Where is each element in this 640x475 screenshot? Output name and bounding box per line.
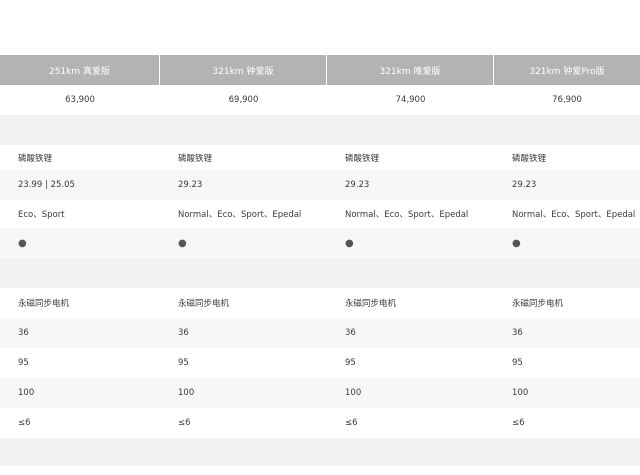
spec-cell: Normal、Eco、Sport、Epedal [345,210,469,220]
section-divider-bottom [0,438,640,466]
trim-header-label: 321km 钟爱版 [212,66,274,77]
price-cell: 63,900 [65,95,95,105]
spec-cell: 磷酸铁锂 [178,153,213,164]
price-cell: 76,900 [552,95,582,105]
spec-cell: Normal、Eco、Sport、Epedal [512,210,636,220]
trim-header-label: 321km 钟爱Pro版 [529,66,605,77]
spec-row-motor-torque: 95 95 95 95 [0,348,640,378]
spec-cell: 95 [18,358,29,368]
standard-dot-icon: ● [18,237,27,249]
spec-cell: 磷酸铁锂 [345,153,380,164]
spec-cell: Normal、Eco、Sport、Epedal [178,210,302,220]
standard-dot-icon: ● [512,237,521,249]
spec-cell: 永磁同步电机 [512,299,564,309]
standard-dot-icon: ● [345,237,354,249]
trim-header-label: 251km 真爱版 [48,66,111,77]
price-cell: 74,900 [395,95,426,105]
spec-cell: 磷酸铁锂 [18,153,53,164]
spec-cell: 23.99 | 25.05 [18,180,75,190]
price-row: 63,900 69,900 74,900 76,900 [0,85,640,115]
spec-row-charge-time: ≤6 ≤6 ≤6 ≤6 [0,408,640,438]
trim-header-251-zhenai[interactable]: 251km 真爱版 [0,55,160,85]
standard-dot-icon: ● [178,237,187,249]
spec-cell: 100 [18,388,35,398]
spec-cell: 100 [512,388,529,398]
spec-row-top-speed: 100 100 100 100 [0,378,640,408]
spec-cell: Eco、Sport [18,210,65,220]
spec-cell: ≤6 [512,418,525,428]
spec-row-motor-power: 36 36 36 36 [0,318,640,348]
spec-cell: 永磁同步电机 [18,299,70,309]
trim-header-321-zhongai-pro[interactable]: 321km 钟爱Pro版 [494,55,640,85]
spec-cell: 36 [178,328,189,338]
spec-cell: 29.23 [178,180,203,190]
trim-header-321-zhongai[interactable]: 321km 钟爱版 [160,55,327,85]
spec-cell: 36 [18,328,29,338]
spec-cell: ≤6 [18,418,31,428]
spec-row-battery-type: 磷酸铁锂 磷酸铁锂 磷酸铁锂 磷酸铁锂 [0,145,640,170]
section-divider-motor [0,258,640,288]
spec-cell: 永磁同步电机 [178,299,230,309]
trim-header-row: 251km 真爱版 321km 钟爱版 321km 唯爱版 321km 钟爱Pr… [0,55,640,85]
spec-cell: 29.23 [512,180,537,190]
spec-cell: 29.23 [345,180,370,190]
trim-header-label: 321km 唯爱版 [379,66,441,77]
spec-cell: 永磁同步电机 [345,299,397,309]
price-cell: 69,900 [228,95,259,105]
spec-cell: 磷酸铁锂 [512,153,547,164]
spec-row-battery-capacity: 23.99 | 25.05 29.23 29.23 29.23 [0,170,640,200]
spec-cell: 95 [178,358,189,368]
spec-cell: 95 [512,358,523,368]
spec-row-motor-type: 永磁同步电机 永磁同步电机 永磁同步电机 永磁同步电机 [0,288,640,318]
section-divider-battery [0,115,640,145]
spec-row-drive-modes: Eco、Sport Normal、Eco、Sport、Epedal Normal… [0,200,640,228]
trim-header-321-weiai[interactable]: 321km 唯爱版 [327,55,494,85]
spec-cell: 36 [512,328,523,338]
spec-cell: 100 [345,388,362,398]
spec-cell: ≤6 [345,418,358,428]
spec-comparison-page: 251km 真爱版 321km 钟爱版 321km 唯爱版 321km 钟爱Pr… [0,0,640,475]
spec-cell: 36 [345,328,356,338]
spec-cell: 95 [345,358,356,368]
spec-cell: ≤6 [178,418,191,428]
spec-cell: 100 [178,388,195,398]
spec-row-feature-dot: ● ● ● ● [0,228,640,258]
